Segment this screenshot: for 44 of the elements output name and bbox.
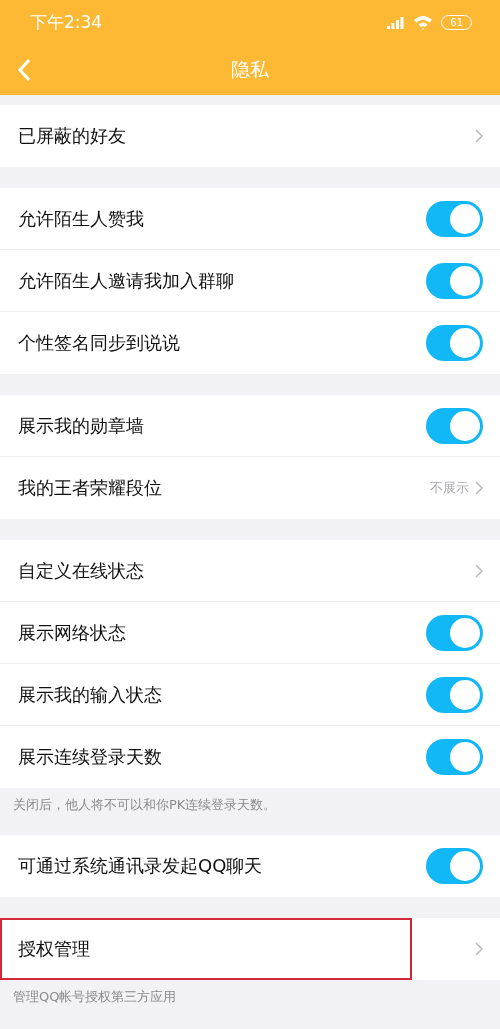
row-label: 已屏蔽的好友 [18, 124, 126, 148]
row-label: 展示我的输入状态 [18, 682, 162, 707]
settings-row[interactable]: 我的王者荣耀段位 不展示 [0, 457, 500, 519]
settings-row[interactable]: 展示连续登录天数 [0, 726, 500, 788]
wifi-icon [413, 15, 434, 30]
signal-icon [387, 16, 406, 29]
chevron-right-icon [475, 563, 483, 578]
settings-row[interactable]: 展示我的勋章墙 [0, 395, 500, 457]
settings-row[interactable]: 允许陌生人赞我 [0, 188, 500, 250]
row-label: 允许陌生人赞我 [18, 206, 144, 231]
chevron-right-icon [475, 129, 483, 143]
row-label: 我的王者荣耀段位 [18, 476, 162, 500]
settings-row[interactable]: 允许陌生人邀请我加入群聊 [0, 250, 500, 312]
status-time: 下午2:34 [30, 11, 103, 34]
toggle-switch[interactable] [426, 407, 483, 444]
row-label: 展示连续登录天数 [18, 745, 162, 769]
row-label: 展示网络状态 [18, 620, 126, 645]
row-label: 授权管理 [18, 937, 90, 961]
toggle-switch[interactable] [426, 325, 483, 361]
chevron-right-icon [475, 942, 483, 956]
settings-row[interactable]: 展示网络状态 [0, 602, 500, 664]
settings-row[interactable]: 已屏蔽的好友 [0, 105, 500, 167]
settings-row[interactable]: 授权管理 [0, 918, 412, 980]
row-label: 可通过系统通讯录发起QQ聊天 [18, 854, 263, 878]
page-title: 隐私 [231, 57, 269, 82]
toggle-switch[interactable] [426, 614, 483, 651]
settings-row[interactable]: 可通过系统通讯录发起QQ聊天 [0, 835, 500, 897]
toggle-switch[interactable] [426, 200, 483, 237]
toggle-switch[interactable] [426, 739, 483, 775]
row-label: 展示我的勋章墙 [18, 413, 144, 438]
toggle-switch[interactable] [426, 262, 483, 299]
section-note: 管理QQ帐号授权第三方应用 [12, 988, 178, 1006]
toggle-switch[interactable] [426, 676, 483, 713]
row-value: 不展示 [430, 479, 469, 497]
back-icon[interactable] [17, 58, 31, 82]
settings-row[interactable]: 个性签名同步到说说 [0, 312, 500, 374]
row-label: 自定义在线状态 [18, 558, 144, 583]
settings-row[interactable]: 自定义在线状态 [0, 540, 500, 602]
chevron-right-icon [475, 481, 483, 495]
section-note: 关闭后，他人将不可以和你PK连续登录天数。 [12, 796, 278, 814]
settings-row[interactable]: 展示我的输入状态 [0, 664, 500, 726]
row-label: 个性签名同步到说说 [18, 331, 180, 355]
toggle-switch[interactable] [426, 848, 483, 884]
row-label: 允许陌生人邀请我加入群聊 [18, 268, 234, 293]
